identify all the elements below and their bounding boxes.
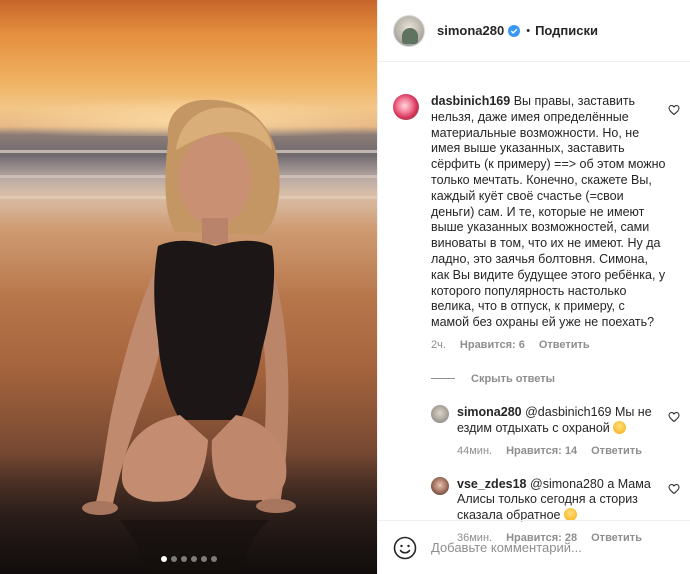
comment-text: Вы правы, заставить нельзя, даже имея оп…	[431, 94, 666, 330]
carousel-dot-active[interactable]	[160, 556, 167, 562]
reply-time[interactable]: 44мин.	[457, 445, 492, 457]
reply-button[interactable]: Ответить	[539, 339, 590, 351]
comment-time[interactable]: 2ч.	[431, 339, 446, 351]
carousel-dot[interactable]	[180, 556, 187, 562]
reply-username[interactable]: vse_zdes18	[457, 477, 527, 491]
reply-username[interactable]: simona280	[457, 405, 522, 419]
carousel-dot[interactable]	[210, 556, 217, 562]
like-heart-icon[interactable]	[668, 104, 680, 116]
verified-badge-icon	[508, 24, 521, 37]
header-separator: •	[526, 24, 531, 37]
post-photo[interactable]	[0, 0, 377, 574]
comments-list[interactable]: dasbinich169 Вы правы, заставить нельзя,…	[378, 63, 690, 544]
carousel-dot[interactable]	[200, 556, 207, 562]
hide-replies-button[interactable]: Скрыть ответы	[431, 373, 676, 385]
girl-figure	[82, 99, 296, 574]
laughing-face-icon	[613, 420, 627, 434]
instagram-post: simona280 • Подписки dasbinich169 Вы пра…	[0, 0, 690, 574]
comment-input[interactable]	[431, 540, 671, 555]
comments-panel: simona280 • Подписки dasbinich169 Вы пра…	[377, 0, 690, 574]
hide-replies-line	[431, 378, 455, 380]
carousel-dot[interactable]	[170, 556, 177, 562]
author-username[interactable]: simona280	[437, 23, 504, 38]
commenter-username[interactable]: dasbinich169	[431, 94, 510, 108]
reply-button[interactable]: Ответить	[591, 445, 642, 457]
comment-item: dasbinich169 Вы правы, заставить нельзя,…	[393, 94, 680, 351]
author-avatar[interactable]	[393, 14, 425, 47]
emoji-picker-icon[interactable]	[393, 536, 417, 560]
add-comment-bar	[378, 520, 690, 574]
reply-avatar[interactable]	[431, 404, 449, 423]
carousel-indicator	[0, 556, 377, 562]
reply-avatar[interactable]	[431, 476, 449, 495]
reply-item: simona280 @dasbinich169 Мы не ездим отды…	[431, 404, 680, 457]
carousel-dot[interactable]	[190, 556, 197, 562]
following-button[interactable]: Подписки	[535, 23, 598, 38]
hide-replies-label: Скрыть ответы	[471, 372, 555, 385]
like-heart-icon[interactable]	[668, 483, 680, 495]
reply-likes[interactable]: Нравится: 14	[506, 445, 577, 457]
like-heart-icon[interactable]	[668, 411, 680, 423]
post-header: simona280 • Подписки	[378, 0, 690, 62]
commenter-avatar[interactable]	[393, 94, 419, 120]
comment-likes[interactable]: Нравится: 6	[460, 339, 525, 351]
